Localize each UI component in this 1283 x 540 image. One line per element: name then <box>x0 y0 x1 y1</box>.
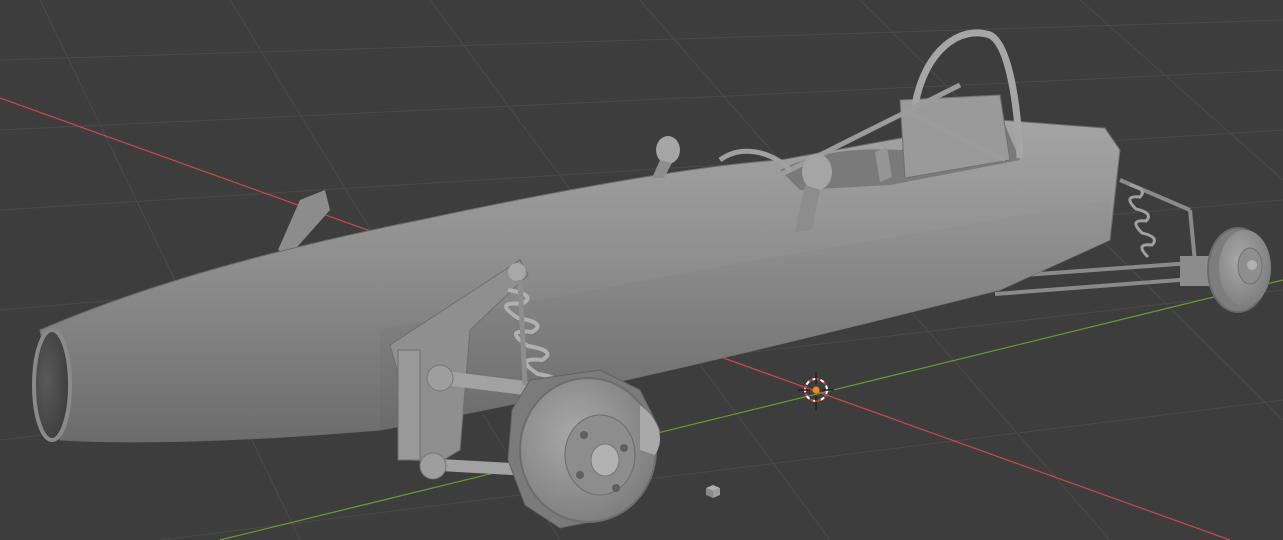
front-wheel-hub[interactable] <box>507 369 661 529</box>
rear-coil-spring <box>1128 183 1156 259</box>
rear-wheel-hub[interactable] <box>1207 227 1271 313</box>
nose-opening <box>32 328 72 442</box>
small-cube-icon[interactable] <box>706 485 720 498</box>
viewport-canvas[interactable] <box>0 0 1283 540</box>
3d-viewport[interactable] <box>0 0 1283 540</box>
